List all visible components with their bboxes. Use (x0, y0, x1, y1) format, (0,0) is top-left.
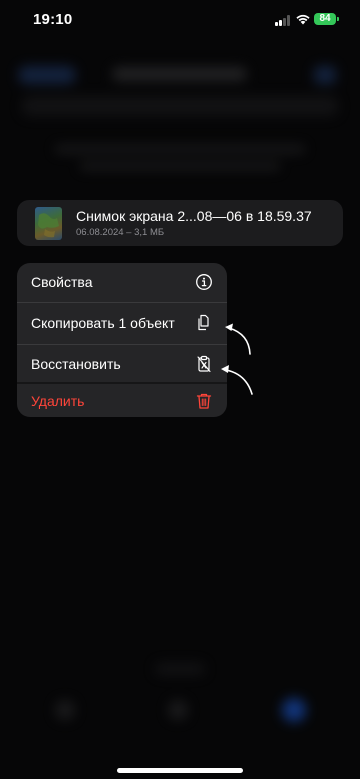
file-thumbnail (35, 207, 62, 240)
background-title (112, 67, 247, 81)
menu-item-properties[interactable]: Свойства (17, 263, 227, 302)
background-back-button (18, 66, 76, 84)
context-menu: Свойства Скопировать 1 объект Восстанови… (17, 263, 227, 417)
background-label (155, 663, 205, 675)
background-tab-icon (168, 700, 188, 720)
status-time: 19:10 (33, 11, 73, 28)
file-name: Снимок экрана 2...08—06 в 18.59.37 (76, 208, 312, 224)
file-preview-card: Снимок экрана 2...08—06 в 18.59.37 06.08… (17, 200, 343, 246)
background-search-bar (22, 96, 338, 116)
background-text-line (55, 145, 305, 153)
screen: 19:10 84 Снимок экрана 2...08—06 в 18.59… (0, 0, 360, 779)
background-select-button (314, 66, 336, 84)
annotation-arrow-icon (225, 323, 251, 355)
copy-icon (198, 314, 209, 331)
menu-item-restore[interactable]: Восстановить (17, 345, 227, 382)
background-tab-icon-active (282, 698, 306, 722)
background-tab-icon (55, 700, 75, 720)
status-bar: 19:10 84 (0, 0, 360, 40)
file-meta: 06.08.2024 – 3,1 МБ (76, 227, 165, 238)
wifi-icon (296, 14, 310, 25)
info-icon (196, 274, 212, 290)
annotation-arrow-icon (221, 365, 253, 395)
menu-item-copy[interactable]: Скопировать 1 объект (17, 303, 227, 344)
trash-icon (196, 393, 212, 409)
battery-icon: 84 (314, 13, 339, 25)
menu-item-label: Свойства (31, 274, 93, 290)
cellular-signal-icon (275, 15, 291, 26)
home-indicator[interactable] (117, 768, 243, 773)
menu-item-delete[interactable]: Удалить (17, 384, 227, 417)
restore-icon (197, 355, 211, 373)
menu-item-label: Восстановить (31, 356, 121, 372)
menu-item-label: Удалить (31, 393, 85, 409)
background-text-line (80, 162, 280, 170)
menu-item-label: Скопировать 1 объект (31, 315, 175, 331)
